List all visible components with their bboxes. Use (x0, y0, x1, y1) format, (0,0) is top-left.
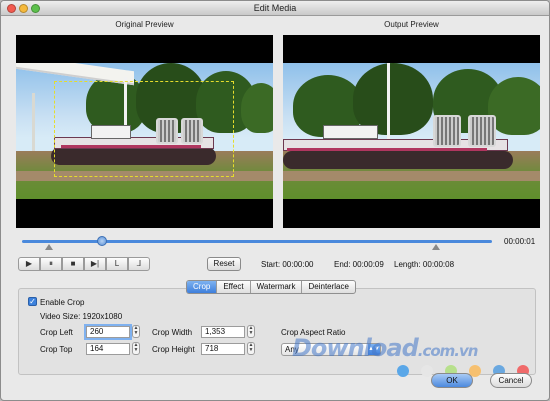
start-time: Start: 00:00:00 (261, 260, 314, 269)
end-time: End: 00:00:09 (334, 260, 384, 269)
tab-effect[interactable]: Effect (217, 281, 251, 293)
crop-height-stepper[interactable]: ▲ ▼ (247, 342, 255, 355)
enable-crop-label: Enable Crop (40, 298, 85, 307)
output-preview-video (283, 35, 540, 228)
pause-button[interactable]: ⏸ (40, 257, 62, 271)
enable-crop-checkbox[interactable]: ✓ (28, 297, 37, 306)
download-watermark: Download.com.vn (292, 334, 479, 362)
settings-tabs: Crop Effect Watermark Deinterlace (186, 280, 356, 294)
tab-crop[interactable]: Crop (187, 281, 218, 293)
watermark-suffix: .com.vn (417, 342, 479, 360)
original-preview-video (16, 35, 273, 228)
length-time: Length: 00:00:08 (394, 260, 455, 269)
play-button[interactable]: ▶ (18, 257, 40, 271)
trim-end-marker[interactable] (432, 244, 440, 250)
crop-left-label: Crop Left (40, 328, 73, 337)
mark-in-button[interactable]: L (106, 257, 128, 271)
original-preview-frame (16, 63, 273, 199)
crop-width-stepper[interactable]: ▲ ▼ (247, 325, 255, 338)
trim-start-marker[interactable] (45, 244, 53, 250)
crop-left-input[interactable]: 260 (86, 326, 130, 338)
close-window-button[interactable] (7, 4, 16, 13)
edit-media-window: Edit Media Original Preview Output Previ… (0, 0, 550, 401)
crop-top-label: Crop Top (40, 345, 73, 354)
crop-width-label: Crop Width (152, 328, 193, 337)
crop-top-stepper[interactable]: ▲ ▼ (132, 342, 140, 355)
crop-top-input[interactable]: 164 (86, 343, 130, 355)
crop-left-stepper[interactable]: ▲ ▼ (132, 325, 140, 338)
title-bar: Edit Media (1, 1, 549, 16)
original-preview-label: Original Preview (115, 20, 174, 29)
watermark-dot (397, 365, 409, 377)
current-time: 00:00:01 (504, 237, 536, 246)
crop-guide-rectangle[interactable] (54, 81, 234, 177)
crop-height-label: Crop Height (152, 345, 195, 354)
next-frame-button[interactable]: ▶| (84, 257, 106, 271)
tab-watermark[interactable]: Watermark (251, 281, 303, 293)
crop-height-input[interactable]: 718 (201, 343, 245, 355)
watermark-dot (421, 365, 433, 377)
timeline-slider[interactable] (22, 240, 492, 243)
stop-button[interactable]: ■ (62, 257, 84, 271)
zoom-window-button[interactable] (31, 4, 40, 13)
output-preview-label: Output Preview (384, 20, 439, 29)
ok-button[interactable]: OK (431, 373, 473, 388)
reset-button[interactable]: Reset (207, 257, 241, 271)
output-preview-frame (283, 63, 540, 199)
video-size-label: Video Size: 1920x1080 (40, 312, 123, 321)
mark-out-button[interactable]: ⅃ (128, 257, 150, 271)
tab-deinterlace[interactable]: Deinterlace (302, 281, 354, 293)
minimize-window-button[interactable] (19, 4, 28, 13)
cancel-button[interactable]: Cancel (490, 373, 532, 388)
window-title: Edit Media (253, 3, 297, 13)
watermark-text: Download (292, 334, 419, 362)
crop-width-input[interactable]: 1,353 (201, 326, 245, 338)
timeline-playhead[interactable] (96, 236, 107, 246)
